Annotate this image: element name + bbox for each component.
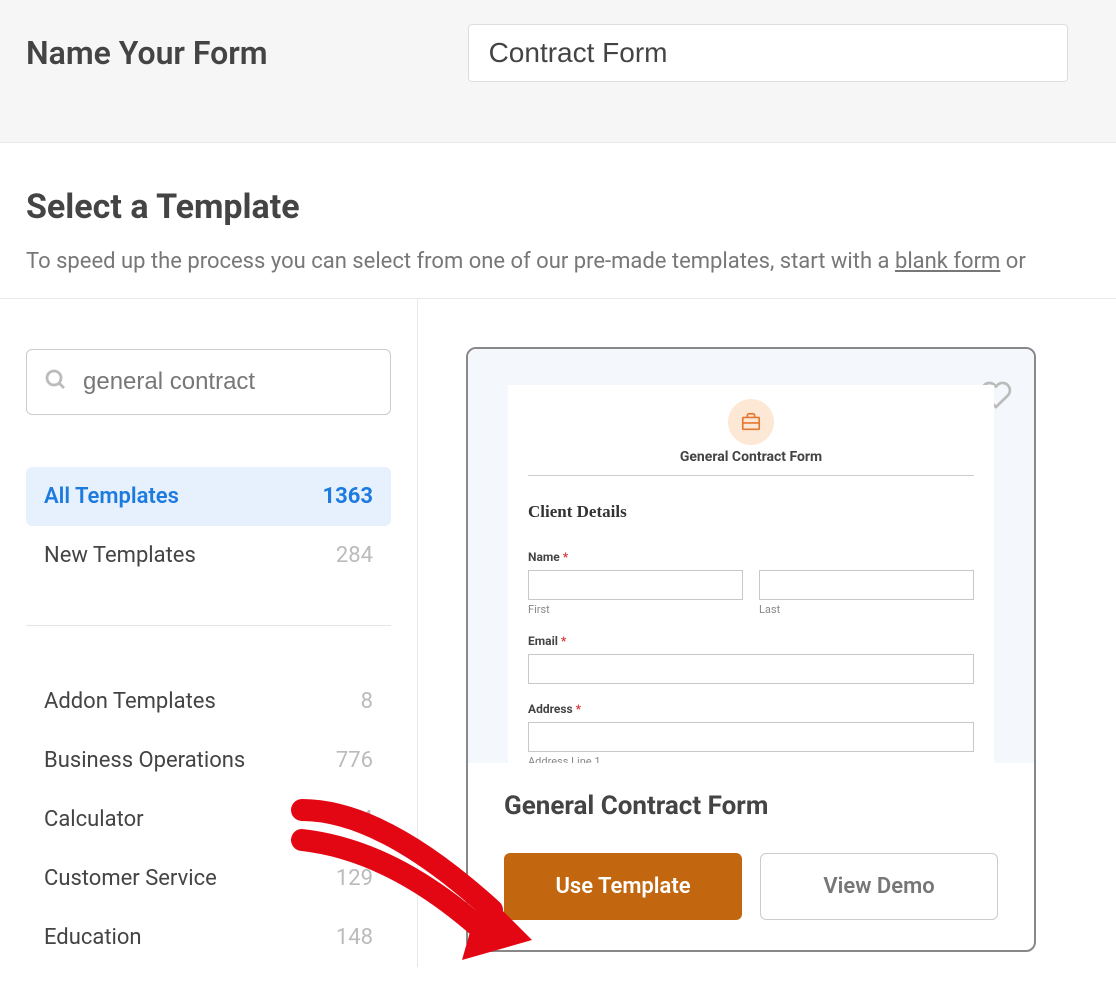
category-item[interactable]: Calculator 84: [26, 790, 391, 849]
category-count: 8: [361, 689, 373, 714]
category-count: 1363: [323, 484, 374, 509]
template-preview: General Contract Form Client Details Nam…: [468, 349, 1034, 763]
section-title: Select a Template: [26, 187, 1090, 227]
category-label: Addon Templates: [44, 689, 216, 714]
category-item[interactable]: Education 148: [26, 908, 391, 967]
header-bar: Name Your Form: [0, 0, 1116, 143]
category-count: 129: [336, 866, 373, 891]
category-item[interactable]: Business Operations 776: [26, 731, 391, 790]
preview-section-title: Client Details: [528, 502, 974, 522]
category-bottom-list: Addon Templates 8 Business Operations 776 Ca…: [26, 672, 391, 967]
form-name-input[interactable]: [468, 24, 1068, 82]
preview-address-label: Address *: [528, 702, 974, 716]
view-demo-button[interactable]: View Demo: [760, 853, 998, 920]
briefcase-icon: [728, 399, 774, 445]
blank-form-link[interactable]: blank form: [895, 249, 1000, 274]
preview-title: General Contract Form: [528, 449, 974, 476]
category-item[interactable]: New Templates 284: [26, 526, 391, 585]
template-card: General Contract Form Client Details Nam…: [466, 347, 1036, 952]
template-name: General Contract Form: [468, 763, 1034, 829]
main-panel: General Contract Form Client Details Nam…: [418, 299, 1116, 967]
use-template-button[interactable]: Use Template: [504, 853, 742, 920]
preview-name-label: Name *: [528, 550, 974, 564]
template-search-input[interactable]: [26, 349, 391, 415]
preview-address-field: [528, 722, 974, 752]
preview-email-label: Email *: [528, 634, 974, 648]
category-label: New Templates: [44, 543, 196, 568]
preview-email-field: [528, 654, 974, 684]
preview-email-group: Email *: [528, 634, 974, 684]
sidebar: All Templates 1363 New Templates 284 Addon …: [0, 299, 418, 967]
card-actions: Use Template View Demo: [468, 829, 1034, 950]
category-top-list: All Templates 1363 New Templates 284: [26, 467, 391, 585]
preview-address-group: Address * Address Line 1: [528, 702, 974, 763]
search-wrapper: [26, 349, 391, 415]
category-label: Calculator: [44, 807, 144, 832]
preview-inner: General Contract Form Client Details Nam…: [508, 385, 994, 763]
category-label: Business Operations: [44, 748, 245, 773]
category-item[interactable]: Customer Service 129: [26, 849, 391, 908]
section-description: To speed up the process you can select f…: [26, 249, 1090, 274]
preview-name-group: Name * First Last: [528, 550, 974, 616]
category-item[interactable]: All Templates 1363: [26, 467, 391, 526]
search-icon: [44, 368, 68, 396]
category-count: 284: [336, 543, 373, 568]
category-label: Customer Service: [44, 866, 217, 891]
category-label: All Templates: [44, 484, 179, 509]
category-count: 84: [348, 807, 373, 832]
select-template-section: Select a Template To speed up the proces…: [0, 143, 1116, 298]
category-label: Education: [44, 925, 142, 950]
body: All Templates 1363 New Templates 284 Addon …: [0, 298, 1116, 967]
category-count: 776: [336, 748, 373, 773]
category-count: 148: [336, 925, 373, 950]
category-divider: [26, 625, 391, 626]
preview-last-field: [759, 570, 974, 600]
preview-first-field: [528, 570, 743, 600]
name-your-form-label: Name Your Form: [26, 34, 268, 72]
category-item[interactable]: Addon Templates 8: [26, 672, 391, 731]
